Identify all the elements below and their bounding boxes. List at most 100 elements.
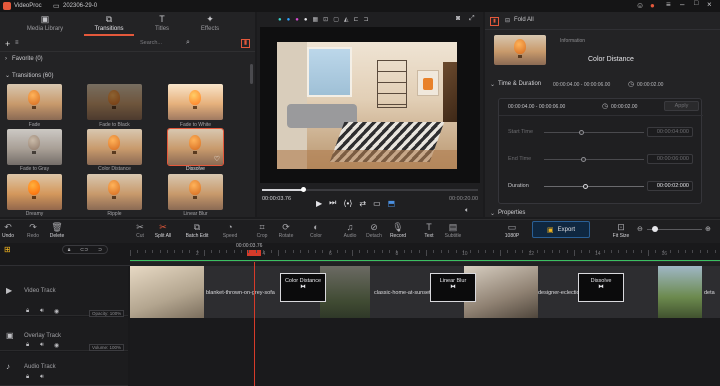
playhead-line[interactable]: [254, 262, 255, 386]
transition-thumb[interactable]: [7, 84, 62, 120]
video-canvas[interactable]: [260, 27, 480, 183]
transition-thumb-selected[interactable]: ♡: [167, 128, 224, 166]
slider-knob[interactable]: [579, 130, 584, 135]
account-icon[interactable]: ☺: [636, 1, 644, 10]
clip-thumbnail[interactable]: [658, 266, 702, 318]
tab-transitions[interactable]: ⧉ Transitions: [79, 12, 139, 36]
color-dot-icon[interactable]: ●: [304, 17, 308, 23]
transition-block[interactable]: Color Distance ⧓: [280, 273, 326, 302]
rotate-button[interactable]: ⟳ Rotate: [274, 222, 298, 239]
add-track-icon[interactable]: ⊞: [4, 245, 11, 254]
fit-size-button[interactable]: ⊡ Fit Size: [609, 222, 633, 239]
undo-button[interactable]: ↶ Undo: [0, 222, 20, 239]
favorite-chevron-icon[interactable]: ›: [5, 56, 7, 62]
cut-button[interactable]: ✂ Cut: [128, 222, 152, 239]
apply-button[interactable]: Apply: [664, 101, 699, 111]
end-time-slider[interactable]: [544, 159, 644, 160]
clip-thumbnail[interactable]: [320, 266, 370, 318]
ratio-icon[interactable]: ⊏: [354, 16, 359, 23]
transition-thumb[interactable]: [87, 129, 142, 165]
speed-button[interactable]: ◔ Speed: [218, 222, 242, 239]
bookmark-icon[interactable]: ⬒: [388, 199, 396, 208]
zoom-handle[interactable]: [652, 226, 658, 232]
start-time-slider[interactable]: [544, 132, 644, 133]
color-button[interactable]: ◐ Color: [304, 222, 328, 239]
fit-icon[interactable]: ⊐: [364, 16, 369, 23]
color-dot-icon[interactable]: ●: [287, 17, 291, 23]
notification-icon[interactable]: ●: [650, 1, 655, 10]
track-toggle[interactable]: 🔒︎ ⊂⊃ ⊃: [62, 245, 108, 254]
speaker-icon[interactable]: 🔊︎: [40, 374, 44, 381]
favorite-section[interactable]: Favorite (0): [12, 56, 43, 62]
transitions-chevron-icon[interactable]: ⌄: [5, 72, 10, 79]
menu-icon[interactable]: ≡: [666, 0, 671, 9]
safe-zone-icon[interactable]: ▢: [333, 16, 339, 23]
grid-icon[interactable]: ▦: [313, 16, 319, 23]
close-icon[interactable]: ×: [707, 0, 712, 9]
fold-all-button[interactable]: Fold All: [514, 17, 534, 23]
transition-thumb[interactable]: [7, 174, 62, 210]
duration-field[interactable]: 00:00:02:000: [647, 181, 693, 191]
transition-thumb[interactable]: [168, 174, 223, 210]
slider-knob[interactable]: [581, 157, 586, 162]
crop-button[interactable]: ⌗ Crop: [250, 222, 274, 239]
lock-icon[interactable]: 🔒︎: [26, 374, 29, 381]
snap-icon[interactable]: ⊡: [323, 16, 328, 23]
eye-icon[interactable]: ◉: [54, 308, 59, 315]
clip-thumbnail[interactable]: [130, 266, 204, 318]
color-dot-icon[interactable]: ●: [278, 17, 282, 23]
fullscreen-icon[interactable]: ⤢: [469, 15, 475, 23]
audio-button[interactable]: ♫ Audio: [338, 222, 362, 239]
time-chevron-icon[interactable]: ⌄: [490, 81, 495, 88]
overlay-audio-area[interactable]: [130, 318, 720, 386]
delete-button[interactable]: 🗑︎ Delete: [45, 222, 69, 239]
maximize-icon[interactable]: □: [694, 0, 698, 7]
video-track[interactable]: blanket-thrown-on-grey-sofa classic-home…: [130, 266, 720, 318]
heart-icon[interactable]: ♡: [214, 155, 220, 163]
magnet-icon[interactable]: ⊃: [98, 247, 102, 253]
play-to-end-icon[interactable]: ⏭: [329, 198, 336, 208]
subtitle-button[interactable]: ▤ Subtitle: [441, 222, 465, 239]
transitions-section[interactable]: Transitions (60): [12, 73, 53, 79]
start-time-field[interactable]: 00:00:04:000: [647, 127, 693, 137]
panel-toggle-icon[interactable]: ▮: [241, 39, 250, 48]
fold-all-icon[interactable]: ⊟: [505, 17, 510, 24]
preview-scrubber[interactable]: [262, 187, 478, 192]
transition-block[interactable]: Dissolve ⧓: [578, 273, 624, 302]
text-button[interactable]: T Text: [417, 222, 441, 239]
search-input[interactable]: Search...: [140, 40, 190, 49]
scrollbar[interactable]: [250, 64, 253, 84]
scrubber-handle[interactable]: [301, 187, 307, 192]
color-dot-icon[interactable]: ●: [295, 17, 299, 23]
time-section-title[interactable]: Time & Duration: [498, 81, 541, 87]
volume-badge[interactable]: Volume: 100%: [89, 344, 125, 351]
eye-icon[interactable]: ◉: [54, 342, 59, 349]
split-all-button[interactable]: ✂ Split All: [151, 222, 175, 239]
redo-button[interactable]: ↷ Redo: [21, 222, 45, 239]
transition-thumb[interactable]: [87, 84, 142, 120]
volume-icon[interactable]: 🔈︎: [465, 207, 469, 215]
props-chevron-icon[interactable]: ⌄: [490, 210, 495, 217]
speaker-icon[interactable]: 🔊︎: [40, 308, 44, 315]
end-time-field[interactable]: 00:00:06:000: [647, 154, 693, 164]
speaker-icon[interactable]: 🔊︎: [40, 342, 44, 349]
resolution-button[interactable]: ▭ 1080P: [500, 222, 524, 239]
transition-block[interactable]: Linear Blur ⧓: [430, 273, 476, 302]
transition-thumb[interactable]: [7, 129, 62, 165]
duration-slider[interactable]: [544, 186, 644, 187]
batch-edit-button[interactable]: ⧉ Batch Edit: [185, 222, 209, 239]
snapshot-icon[interactable]: ◙: [456, 15, 460, 22]
prev-frame-icon[interactable]: ⟨•⟩: [343, 199, 352, 208]
list-view-icon[interactable]: ≡: [15, 40, 19, 46]
time-ruler[interactable]: 2 4 6 8 10 12 14 16: [130, 250, 720, 262]
link-icon[interactable]: ⊂⊃: [80, 247, 88, 253]
properties-section[interactable]: Properties: [498, 210, 525, 216]
tab-media-library[interactable]: ▣ Media Library: [15, 12, 75, 36]
tab-effects[interactable]: ✦ Effects: [180, 12, 240, 36]
mirror-icon[interactable]: ◭: [344, 16, 349, 23]
collapse-panel-icon[interactable]: ▮: [490, 17, 499, 26]
transition-thumb[interactable]: [87, 174, 142, 210]
minimize-icon[interactable]: –: [680, 0, 684, 9]
mark-icon[interactable]: ▭: [373, 199, 381, 208]
zoom-in-icon[interactable]: ⊕: [705, 225, 711, 233]
